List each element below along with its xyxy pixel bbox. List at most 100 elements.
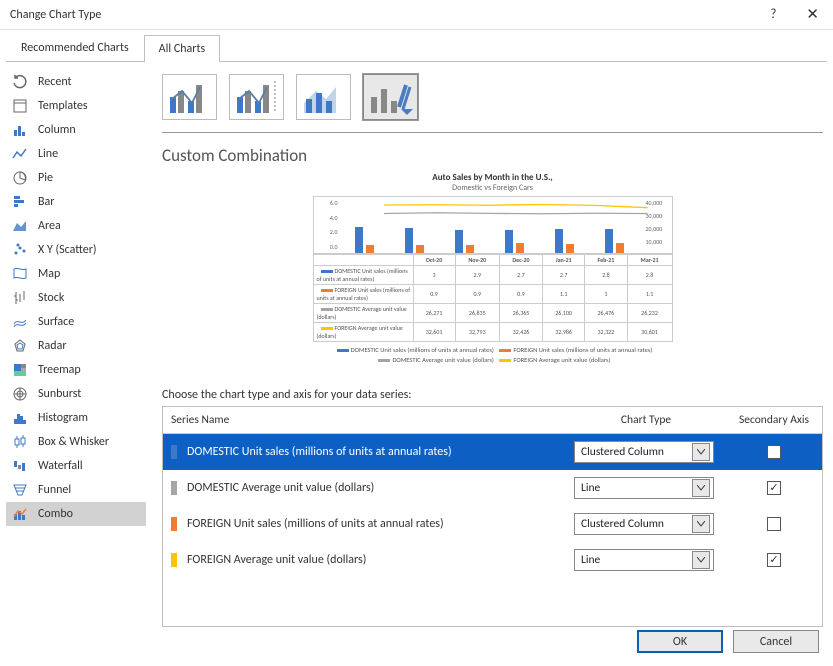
sidebar-item-label: Pie: [38, 171, 53, 185]
secondary-axis-checkbox[interactable]: ✓: [767, 481, 781, 495]
secondary-axis-checkbox[interactable]: [767, 517, 781, 531]
series-header-name: Series Name: [163, 407, 566, 434]
chart-type-dropdown[interactable]: Line: [574, 477, 714, 499]
sidebar-item-column[interactable]: Column: [6, 118, 146, 142]
sidebar-item-label: Templates: [38, 99, 88, 113]
chart-title: Auto Sales by Month in the U.S.,: [313, 172, 673, 183]
series-header-axis: Secondary Axis: [726, 407, 822, 434]
secondary-axis-checkbox[interactable]: ✓: [767, 553, 781, 567]
chevron-down-icon: [692, 515, 710, 533]
sidebar-item-label: Surface: [38, 315, 74, 329]
help-button[interactable]: ?: [762, 5, 784, 24]
combo-icon: [12, 506, 28, 522]
sidebar-item-radar[interactable]: Radar: [6, 334, 146, 358]
choose-label: Choose the chart type and axis for your …: [162, 388, 823, 402]
sidebar-item-line[interactable]: Line: [6, 142, 146, 166]
combo-subtype-1[interactable]: [162, 74, 217, 120]
sidebar-item-surface[interactable]: Surface: [6, 310, 146, 334]
line-icon: [12, 146, 28, 162]
area-icon: [12, 218, 28, 234]
sidebar-item-waterfall[interactable]: Waterfall: [6, 454, 146, 478]
sidebar-item-label: Recent: [38, 75, 72, 89]
chevron-down-icon: [692, 479, 710, 497]
sidebar-item-bar[interactable]: Bar: [6, 190, 146, 214]
chart-subtitle: Domestic vs Foreign Cars: [313, 183, 673, 193]
sidebar-item-label: Combo: [38, 507, 73, 521]
sidebar-item-sunburst[interactable]: Sunburst: [6, 382, 146, 406]
sidebar-item-label: Sunburst: [38, 387, 81, 401]
recent-icon: [12, 74, 28, 90]
sidebar-item-label: X Y (Scatter): [38, 243, 97, 257]
column-icon: [12, 122, 28, 138]
sidebar-item-recent[interactable]: Recent: [6, 70, 146, 94]
sidebar-item-label: Funnel: [38, 483, 71, 497]
sidebar-item-label: Waterfall: [38, 459, 83, 473]
sidebar-item-label: Box & Whisker: [38, 435, 109, 449]
sidebar-item-templates[interactable]: Templates: [6, 94, 146, 118]
series-name: FOREIGN Unit sales (millions of units at…: [187, 517, 444, 531]
series-name: DOMESTIC Unit sales (millions of units a…: [187, 445, 452, 459]
chart-type-dropdown[interactable]: Clustered Column: [574, 441, 714, 463]
funnel-icon: [12, 482, 28, 498]
series-row[interactable]: FOREIGN Average unit value (dollars) Line…: [163, 542, 822, 578]
combo-subtype-4[interactable]: [363, 74, 418, 120]
series-swatch: [171, 481, 177, 495]
scatter-icon: [12, 242, 28, 258]
sidebar-item-pie[interactable]: Pie: [6, 166, 146, 190]
box-icon: [12, 434, 28, 450]
sidebar-item-x-y-scatter-[interactable]: X Y (Scatter): [6, 238, 146, 262]
bar-icon: [12, 194, 28, 210]
series-row[interactable]: DOMESTIC Unit sales (millions of units a…: [163, 434, 822, 470]
surface-icon: [12, 314, 28, 330]
stock-icon: [12, 290, 28, 306]
sidebar-item-label: Bar: [38, 195, 54, 209]
radar-icon: [12, 338, 28, 354]
chart-type-dropdown[interactable]: Clustered Column: [574, 513, 714, 535]
dialog-title: Change Chart Type: [10, 8, 101, 22]
chevron-down-icon: [692, 551, 710, 569]
tab-all[interactable]: All Charts: [144, 35, 221, 62]
cancel-button[interactable]: Cancel: [733, 630, 819, 653]
map-icon: [12, 266, 28, 282]
series-row[interactable]: FOREIGN Unit sales (millions of units at…: [163, 506, 822, 542]
heading: Custom Combination: [162, 145, 823, 166]
combo-subtype-2[interactable]: [229, 74, 284, 120]
chart-preview: Auto Sales by Month in the U.S., Domesti…: [313, 172, 673, 366]
ok-button[interactable]: OK: [637, 630, 723, 653]
series-row[interactable]: DOMESTIC Average unit value (dollars) Lin…: [163, 470, 822, 506]
tab-recommended[interactable]: Recommended Charts: [6, 34, 144, 61]
sidebar-item-label: Stock: [38, 291, 64, 305]
sidebar-item-label: Line: [38, 147, 58, 161]
templates-icon: [12, 98, 28, 114]
sidebar-item-combo[interactable]: Combo: [6, 502, 146, 526]
series-swatch: [171, 553, 177, 567]
close-button[interactable]: ✕: [798, 3, 827, 26]
series-swatch: [171, 517, 177, 531]
sidebar-item-label: Map: [38, 267, 60, 281]
series-header-type: Chart Type: [566, 407, 726, 434]
sidebar-item-histogram[interactable]: Histogram: [6, 406, 146, 430]
sidebar-item-box-whisker[interactable]: Box & Whisker: [6, 430, 146, 454]
sidebar-item-stock[interactable]: Stock: [6, 286, 146, 310]
secondary-axis-checkbox[interactable]: [767, 445, 781, 459]
sidebar-item-treemap[interactable]: Treemap: [6, 358, 146, 382]
pie-icon: [12, 170, 28, 186]
chart-type-dropdown[interactable]: Line: [574, 549, 714, 571]
combo-subtype-3[interactable]: [296, 74, 351, 120]
histogram-icon: [12, 410, 28, 426]
sidebar-item-map[interactable]: Map: [6, 262, 146, 286]
series-name: DOMESTIC Average unit value (dollars): [187, 481, 374, 495]
series-swatch: [171, 445, 177, 459]
sidebar-item-funnel[interactable]: Funnel: [6, 478, 146, 502]
sidebar-item-label: Treemap: [38, 363, 81, 377]
sidebar-item-area[interactable]: Area: [6, 214, 146, 238]
sidebar-item-label: Radar: [38, 339, 67, 353]
preview-legend: DOMESTIC Unit sales (millions of units a…: [313, 345, 673, 366]
sidebar-item-label: Histogram: [38, 411, 88, 425]
series-name: FOREIGN Average unit value (dollars): [187, 553, 366, 567]
treemap-icon: [12, 362, 28, 378]
sidebar-item-label: Area: [38, 219, 61, 233]
sunburst-icon: [12, 386, 28, 402]
sidebar-item-label: Column: [38, 123, 76, 137]
chevron-down-icon: [692, 443, 710, 461]
